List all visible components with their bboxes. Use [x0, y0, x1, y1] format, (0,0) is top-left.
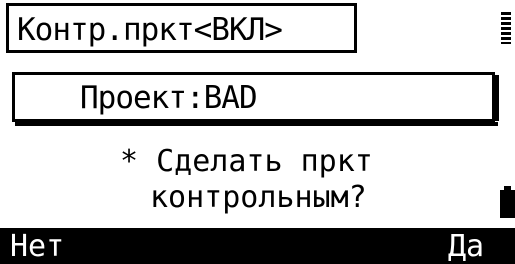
no-softkey[interactable]: Нет — [10, 228, 64, 264]
project-field[interactable]: Проект:BAD — [12, 72, 499, 126]
signal-icon — [501, 12, 511, 44]
softkey-bar: Нет Да — [0, 228, 515, 264]
title-bar: Контр.пркт<ВКЛ> — [6, 3, 357, 53]
battery-icon — [500, 186, 515, 218]
screen-title: Контр.пркт<ВКЛ> — [17, 12, 283, 48]
project-name-text: Проект:BAD — [80, 80, 258, 116]
device-screen: Контр.пркт<ВКЛ> Проект:BAD * Сделать прк… — [0, 0, 515, 264]
message-line-2: контрольным? — [150, 180, 367, 215]
yes-softkey[interactable]: Да — [448, 228, 484, 264]
message-line-1: * Сделать пркт — [120, 144, 373, 179]
